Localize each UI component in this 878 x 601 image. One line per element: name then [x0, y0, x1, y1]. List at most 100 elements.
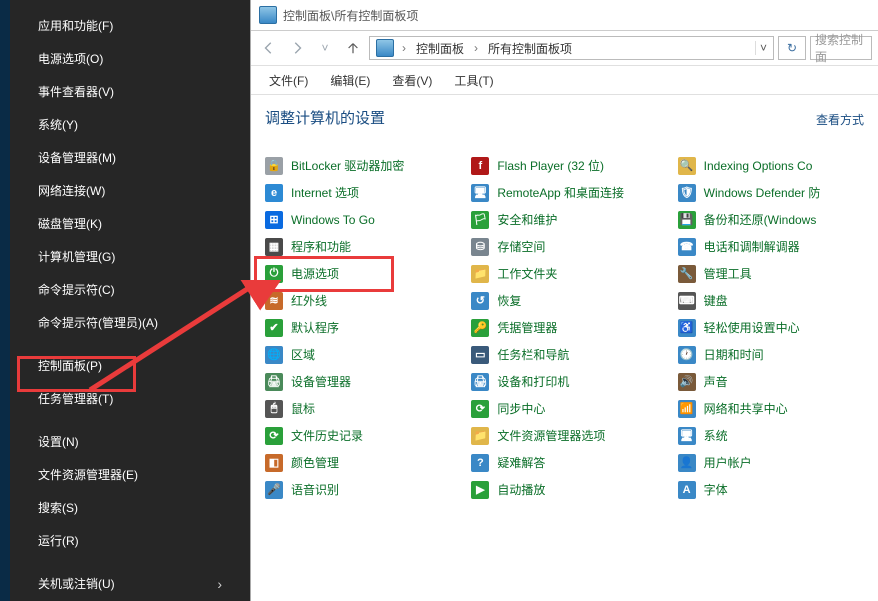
item-label[interactable]: 系统	[704, 427, 728, 444]
control-panel-item[interactable]: 🖨设备和打印机	[471, 372, 657, 391]
control-panel-item[interactable]: 🛡Windows Defender 防	[678, 183, 864, 202]
control-panel-item[interactable]: ▭任务栏和导航	[471, 345, 657, 364]
address-field[interactable]: › 控制面板 › 所有控制面板项 ˅	[369, 36, 774, 60]
chevron-right-icon[interactable]: ›	[402, 41, 406, 55]
control-panel-item[interactable]: 🕐日期和时间	[678, 345, 864, 364]
menu-view[interactable]: 查看(V)	[386, 70, 438, 91]
control-panel-item[interactable]: 🖨设备管理器	[265, 372, 451, 391]
address-dropdown[interactable]: ˅	[755, 41, 771, 55]
ctx-cmd-admin[interactable]: 命令提示符(管理员)(A)	[10, 307, 250, 340]
chevron-right-icon[interactable]: ›	[474, 41, 478, 55]
ctx-event-viewer[interactable]: 事件查看器(V)	[10, 76, 250, 109]
item-label[interactable]: Internet 选项	[291, 184, 359, 201]
control-panel-item[interactable]: 👤用户帐户	[678, 453, 864, 472]
item-label[interactable]: 任务栏和导航	[497, 346, 569, 363]
control-panel-item[interactable]: 🔧管理工具	[678, 264, 864, 283]
ctx-run[interactable]: 运行(R)	[10, 525, 250, 558]
item-label[interactable]: 颜色管理	[291, 454, 339, 471]
ctx-power-options[interactable]: 电源选项(O)	[10, 43, 250, 76]
forward-button[interactable]	[285, 36, 309, 60]
control-panel-item[interactable]: 🏳安全和维护	[471, 210, 657, 229]
item-label[interactable]: 声音	[704, 373, 728, 390]
item-label[interactable]: 自动播放	[497, 481, 545, 498]
item-label[interactable]: 网络和共享中心	[704, 400, 788, 417]
item-label[interactable]: 设备管理器	[291, 373, 351, 390]
ctx-shutdown-signout[interactable]: 关机或注销(U) ›	[10, 568, 250, 601]
control-panel-item[interactable]: 🔊声音	[678, 372, 864, 391]
control-panel-item[interactable]: ▦程序和功能	[265, 237, 451, 256]
control-panel-item[interactable]: ↺恢复	[471, 291, 657, 310]
control-panel-item[interactable]: eInternet 选项	[265, 183, 451, 202]
control-panel-item[interactable]: ⌨键盘	[678, 291, 864, 310]
item-label[interactable]: 区域	[291, 346, 315, 363]
control-panel-item[interactable]: ▶自动播放	[471, 480, 657, 499]
control-panel-item[interactable]: ♿轻松使用设置中心	[678, 318, 864, 337]
item-label[interactable]: 字体	[704, 481, 728, 498]
search-input[interactable]: 搜索控制面	[810, 36, 872, 60]
item-label[interactable]: BitLocker 驱动器加密	[291, 157, 404, 174]
item-label[interactable]: 同步中心	[497, 400, 545, 417]
control-panel-item[interactable]: A字体	[678, 480, 864, 499]
breadcrumb[interactable]: 所有控制面板项	[482, 40, 578, 57]
item-label[interactable]: 键盘	[704, 292, 728, 309]
item-label[interactable]: 管理工具	[704, 265, 752, 282]
item-label[interactable]: 日期和时间	[704, 346, 764, 363]
control-panel-item[interactable]: ⟳同步中心	[471, 399, 657, 418]
menu-edit[interactable]: 编辑(E)	[324, 70, 376, 91]
ctx-apps-features[interactable]: 应用和功能(F)	[10, 10, 250, 43]
item-label[interactable]: 电源选项	[291, 265, 339, 282]
item-label[interactable]: 鼠标	[291, 400, 315, 417]
control-panel-item[interactable]: ⊞Windows To Go	[265, 210, 451, 229]
view-by-label[interactable]: 查看方式	[816, 111, 864, 128]
control-panel-item[interactable]: 📁文件资源管理器选项	[471, 426, 657, 445]
control-panel-item[interactable]: 🔑凭据管理器	[471, 318, 657, 337]
up-button[interactable]	[341, 36, 365, 60]
back-button[interactable]	[257, 36, 281, 60]
control-panel-item[interactable]: 🔍Indexing Options Co	[678, 156, 864, 175]
item-label[interactable]: 语音识别	[291, 481, 339, 498]
control-panel-item[interactable]: 📶网络和共享中心	[678, 399, 864, 418]
control-panel-item[interactable]: ✔默认程序	[265, 318, 451, 337]
control-panel-item[interactable]: 🎤语音识别	[265, 480, 451, 499]
control-panel-item[interactable]: 🌐区域	[265, 345, 451, 364]
recent-dropdown[interactable]: ˅	[313, 36, 337, 60]
item-label[interactable]: 恢复	[497, 292, 521, 309]
control-panel-item[interactable]: fFlash Player (32 位)	[471, 156, 657, 175]
item-label[interactable]: RemoteApp 和桌面连接	[497, 184, 624, 201]
item-label[interactable]: 存储空间	[497, 238, 545, 255]
ctx-disk-management[interactable]: 磁盘管理(K)	[10, 208, 250, 241]
ctx-settings[interactable]: 设置(N)	[10, 426, 250, 459]
control-panel-item[interactable]: ?疑难解答	[471, 453, 657, 472]
item-label[interactable]: 轻松使用设置中心	[704, 319, 800, 336]
control-panel-item[interactable]: 🔒BitLocker 驱动器加密	[265, 156, 451, 175]
item-label[interactable]: 安全和维护	[497, 211, 557, 228]
control-panel-item[interactable]: 📁工作文件夹	[471, 264, 657, 283]
control-panel-item[interactable]: ◧颜色管理	[265, 453, 451, 472]
control-panel-item[interactable]: ☎电话和调制解调器	[678, 237, 864, 256]
item-label[interactable]: 疑难解答	[497, 454, 545, 471]
item-label[interactable]: 凭据管理器	[497, 319, 557, 336]
menu-tools[interactable]: 工具(T)	[448, 70, 499, 91]
refresh-button[interactable]: ↻	[778, 36, 806, 60]
item-label[interactable]: Indexing Options Co	[704, 159, 813, 173]
item-label[interactable]: 设备和打印机	[497, 373, 569, 390]
item-label[interactable]: 红外线	[291, 292, 327, 309]
control-panel-item[interactable]: 🖥RemoteApp 和桌面连接	[471, 183, 657, 202]
control-panel-item[interactable]: 🖥系统	[678, 426, 864, 445]
item-label[interactable]: 电话和调制解调器	[704, 238, 800, 255]
control-panel-item[interactable]: ⏻电源选项	[265, 264, 451, 283]
ctx-system[interactable]: 系统(Y)	[10, 109, 250, 142]
item-label[interactable]: 程序和功能	[291, 238, 351, 255]
ctx-device-manager[interactable]: 设备管理器(M)	[10, 142, 250, 175]
control-panel-item[interactable]: ⛁存储空间	[471, 237, 657, 256]
control-panel-item[interactable]: ⟳文件历史记录	[265, 426, 451, 445]
control-panel-item[interactable]: 💾备份和还原(Windows	[678, 210, 864, 229]
ctx-network-connections[interactable]: 网络连接(W)	[10, 175, 250, 208]
item-label[interactable]: Windows Defender 防	[704, 184, 821, 201]
control-panel-item[interactable]: 🖱鼠标	[265, 399, 451, 418]
ctx-cmd[interactable]: 命令提示符(C)	[10, 274, 250, 307]
item-label[interactable]: 文件资源管理器选项	[497, 427, 605, 444]
item-label[interactable]: 默认程序	[291, 319, 339, 336]
item-label[interactable]: Flash Player (32 位)	[497, 157, 604, 174]
ctx-task-manager[interactable]: 任务管理器(T)	[10, 383, 250, 416]
